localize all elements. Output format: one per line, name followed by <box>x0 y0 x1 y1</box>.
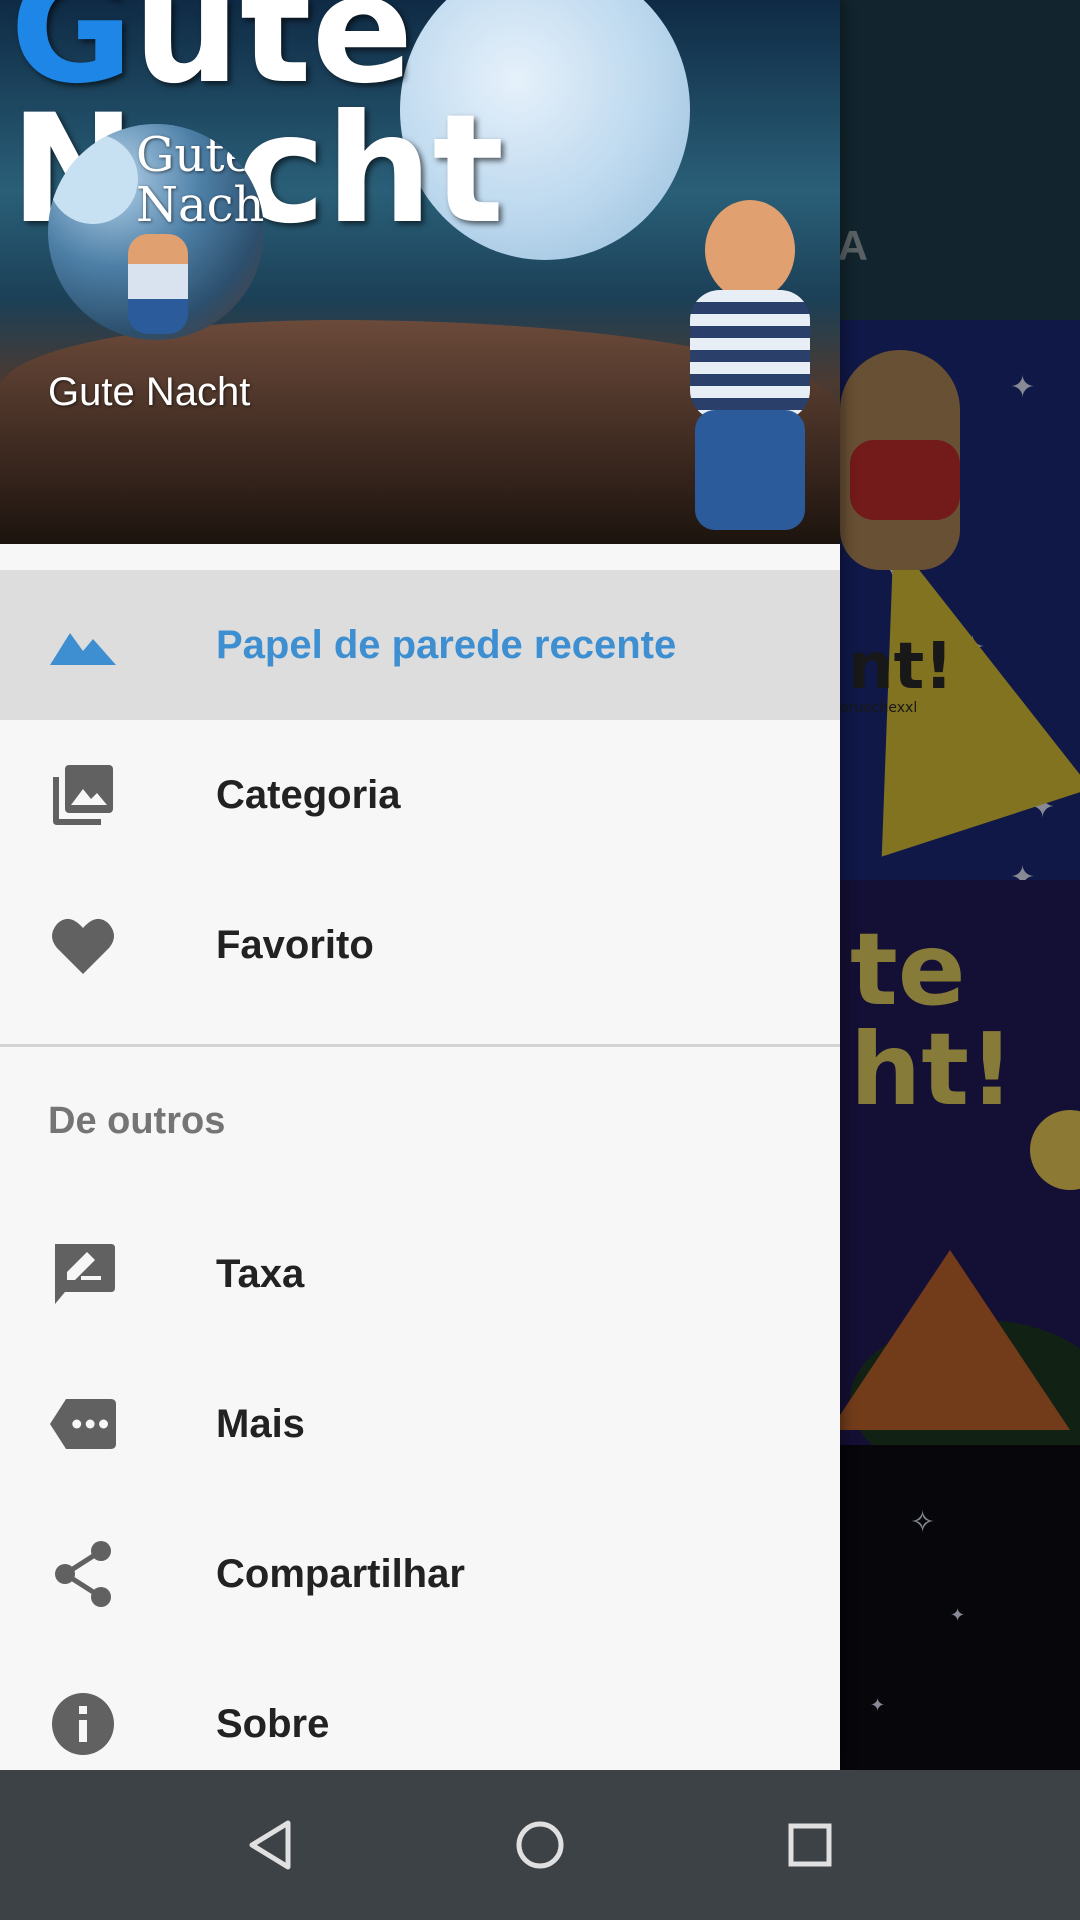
menu-item-mais[interactable]: Mais <box>0 1349 840 1499</box>
more-tag-icon <box>50 1394 116 1454</box>
heart-icon <box>50 915 116 975</box>
avatar-text: Gute Nacht <box>136 127 264 233</box>
menu-item-favorito[interactable]: Favorito <box>0 870 840 1020</box>
menu-item-compartilhar[interactable]: Compartilhar <box>0 1499 840 1649</box>
menu-item-categoria[interactable]: Categoria <box>0 720 840 870</box>
info-icon <box>50 1693 116 1755</box>
recents-icon[interactable] <box>750 1770 870 1920</box>
system-navigation-bar <box>0 1770 1080 1920</box>
photo-library-icon <box>50 765 116 825</box>
drawer-header-title: Gute Nacht <box>48 370 251 414</box>
navigation-drawer: Gute Nacht Gute Nacht Gute Nacht Papel d… <box>0 0 840 1770</box>
menu-label: Categoria <box>216 773 401 817</box>
section-header-others: De outros <box>48 1100 226 1142</box>
home-icon[interactable] <box>480 1770 600 1920</box>
menu-label: Favorito <box>216 923 374 967</box>
menu-label: Mais <box>216 1402 305 1446</box>
menu-label: Compartilhar <box>216 1552 465 1596</box>
divider <box>0 1044 840 1047</box>
menu-label: Taxa <box>216 1252 305 1296</box>
menu-item-taxa[interactable]: Taxa <box>0 1199 840 1349</box>
menu-item-sobre[interactable]: Sobre <box>0 1649 840 1770</box>
landscape-icon <box>50 615 116 675</box>
drawer-header: Gute Nacht Gute Nacht Gute Nacht <box>0 0 840 544</box>
avatar: Gute Nacht <box>48 124 264 340</box>
menu-label: Papel de parede recente <box>216 623 677 667</box>
child-image <box>680 200 820 530</box>
share-icon <box>50 1541 116 1607</box>
back-icon[interactable] <box>210 1770 330 1920</box>
rate-review-icon <box>50 1244 116 1304</box>
menu-label: Sobre <box>216 1702 330 1746</box>
menu-item-recent-wallpaper[interactable]: Papel de parede recente <box>0 570 840 720</box>
